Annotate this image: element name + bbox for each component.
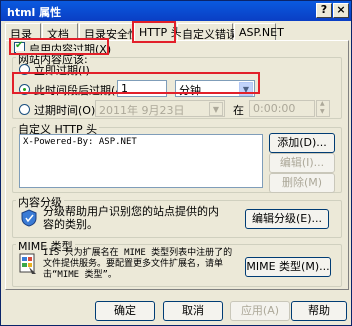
expire-at-time-input[interactable]: 0:00:00 [249, 100, 315, 117]
help-button-footer[interactable]: 帮助 [291, 301, 347, 321]
list-item[interactable]: X-Powered-By: ASP.NET [23, 137, 259, 147]
properties-dialog: html 属性 ? × 目录 文档 目录安全性 HTTP 头 自定义错误 ASP… [0, 0, 352, 326]
title-bar[interactable]: html 属性 ? × [1, 1, 351, 21]
custom-headers-group: 自定义 HTTP 头 X-Powered-By: ASP.NET 添加(D)..… [12, 121, 342, 193]
spin-up-icon: ▲ [320, 100, 325, 107]
content-rating-group: 内容分级 分级帮助用户识别您的站点提供的内容的类别。 编辑分级(E)... [12, 194, 342, 238]
tab-http-headers[interactable]: HTTP 头 [134, 21, 182, 41]
expire-immediately-radio[interactable] [19, 64, 30, 75]
expire-immediately-label[interactable]: 立即过期(I) [34, 62, 90, 78]
custom-headers-list[interactable]: X-Powered-By: ASP.NET [19, 134, 263, 188]
expire-at-date-value: 2011年 9月23日 [99, 104, 185, 117]
expire-after-unit-select[interactable]: 分钟 ▼ [175, 80, 255, 97]
remove-header-button[interactable]: 删除(M) [269, 173, 335, 193]
expire-after-label[interactable]: 此时间段后过期(A) [34, 82, 127, 98]
apply-button[interactable]: 应用(A) [230, 301, 290, 321]
expire-at-label[interactable]: 过期时间(O) [34, 102, 95, 118]
edit-rating-button[interactable]: 编辑分级(E)... [245, 209, 329, 229]
content-rating-description: 分级帮助用户识别您的站点提供的内容的类别。 [43, 205, 219, 231]
mime-types-description: IIS 只为扩展名在 MIME 类型列表中注册了的文件提供服务。要配置更多文件扩… [43, 248, 233, 280]
mime-types-group: MIME 类型 IIS 只为扩展名在 MIME 类型列表中注册了的文件提供服务。… [12, 238, 342, 287]
add-header-button[interactable]: 添加(D)... [269, 133, 335, 153]
window-title: html 属性 [7, 6, 62, 19]
chevron-down-icon: ▼ [209, 102, 223, 116]
expire-at-radio[interactable] [19, 104, 30, 115]
rating-icon [21, 209, 37, 227]
tab-documents[interactable]: 文档 [42, 23, 78, 41]
chevron-down-icon: ▼ [239, 82, 253, 96]
tab-directory-security[interactable]: 目录安全性 [79, 23, 139, 41]
tab-aspnet[interactable]: ASP.NET [234, 23, 284, 40]
tab-custom-errors[interactable]: 自定义错误 [177, 23, 237, 41]
expire-after-unit-value: 分钟 [179, 84, 201, 97]
expire-after-radio[interactable] [19, 84, 30, 95]
ok-button[interactable]: 确定 [95, 301, 155, 321]
expire-after-value-input[interactable]: 1 [117, 80, 167, 97]
help-button[interactable]: ? [316, 3, 332, 18]
mime-icon [19, 253, 36, 274]
edit-header-button[interactable]: 编辑(I)... [269, 153, 335, 173]
close-icon[interactable]: × [333, 3, 349, 18]
spin-down-icon: ▼ [320, 108, 325, 115]
expiration-group: 网站内容应该: 立即过期(I) 此时间段后过期(A) 1 分钟 ▼ 过期时间(O… [12, 51, 342, 119]
dialog-footer: 确定 取消 应用(A) 帮助 [1, 297, 351, 325]
mime-types-button[interactable]: MIME 类型(M)... [245, 257, 331, 277]
tab-directory[interactable]: 目录 [5, 23, 41, 41]
time-spinner[interactable]: ▲ ▼ [316, 100, 330, 117]
expire-at-time-label: 在 [233, 104, 244, 117]
cancel-button[interactable]: 取消 [163, 301, 223, 321]
tab-panel: 启用内容过期(X) 网站内容应该: 立即过期(I) 此时间段后过期(A) 1 分… [5, 38, 349, 290]
expire-at-date-select[interactable]: 2011年 9月23日 ▼ [95, 100, 225, 117]
